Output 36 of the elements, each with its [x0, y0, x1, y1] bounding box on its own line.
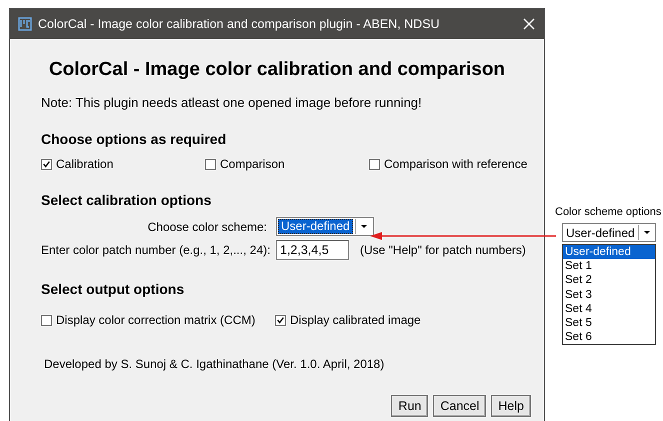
section-title: Select output options — [41, 281, 184, 297]
list-option[interactable]: Set 5 — [563, 316, 655, 330]
checkbox[interactable]: Display calibrated image — [275, 313, 421, 327]
credits-text: Developed by S. Sunoj & C. Igathinathane (Ver. 1.0. April, 2018) — [44, 357, 384, 371]
field-label: Choose color scheme: — [148, 220, 267, 234]
list-option[interactable]: Set 1 — [563, 259, 655, 274]
checkbox-box[interactable] — [275, 314, 286, 326]
list-option[interactable]: Set 2 — [563, 273, 655, 288]
list-option[interactable]: Set 3 — [563, 288, 655, 302]
checkbox-box[interactable] — [41, 158, 52, 170]
callout-title: Color scheme options — [555, 206, 662, 218]
dialog-heading: ColorCal - Image color calibration and comparison — [48, 59, 506, 81]
dialog-button[interactable]: Run — [391, 395, 428, 417]
app-icon — [18, 17, 32, 31]
list-option[interactable]: Set 6 — [563, 330, 655, 344]
patch-number-field[interactable]: 1,2,3,4,5 — [276, 240, 349, 260]
note-text: Note: This plugin needs atleast one opened image before running! — [41, 95, 422, 110]
hint-text: (Use "Help" for patch numbers) — [360, 243, 527, 257]
checkbox-box[interactable] — [369, 158, 380, 170]
close-icon[interactable] — [522, 17, 536, 31]
scheme-dropdown[interactable]: User-defined — [562, 223, 656, 242]
color-scheme-dropdown[interactable]: User-defined — [276, 217, 374, 236]
section-title: Choose options as required — [41, 131, 226, 147]
field-label: Enter color patch number (e.g., 1, 2,..., 24): — [41, 243, 270, 257]
window-title: ColorCal - Image color calibration and comparison plugin - ABEN, NDSU — [38, 17, 441, 31]
section-title: Select calibration options — [41, 192, 212, 208]
checkbox[interactable]: Comparison with reference — [369, 157, 528, 171]
checkbox-box[interactable] — [205, 158, 216, 170]
dialog-button[interactable]: Help — [491, 395, 531, 417]
checkbox[interactable]: Calibration — [41, 157, 114, 171]
list-option[interactable]: User-defined — [563, 245, 655, 260]
checkbox[interactable]: Display color correction matrix (CCM) — [41, 313, 256, 327]
checkbox[interactable]: Comparison — [205, 157, 285, 171]
dialog-button[interactable]: Cancel — [433, 395, 486, 417]
checkbox-box[interactable] — [41, 314, 52, 326]
list-option[interactable]: Set 4 — [563, 302, 655, 316]
